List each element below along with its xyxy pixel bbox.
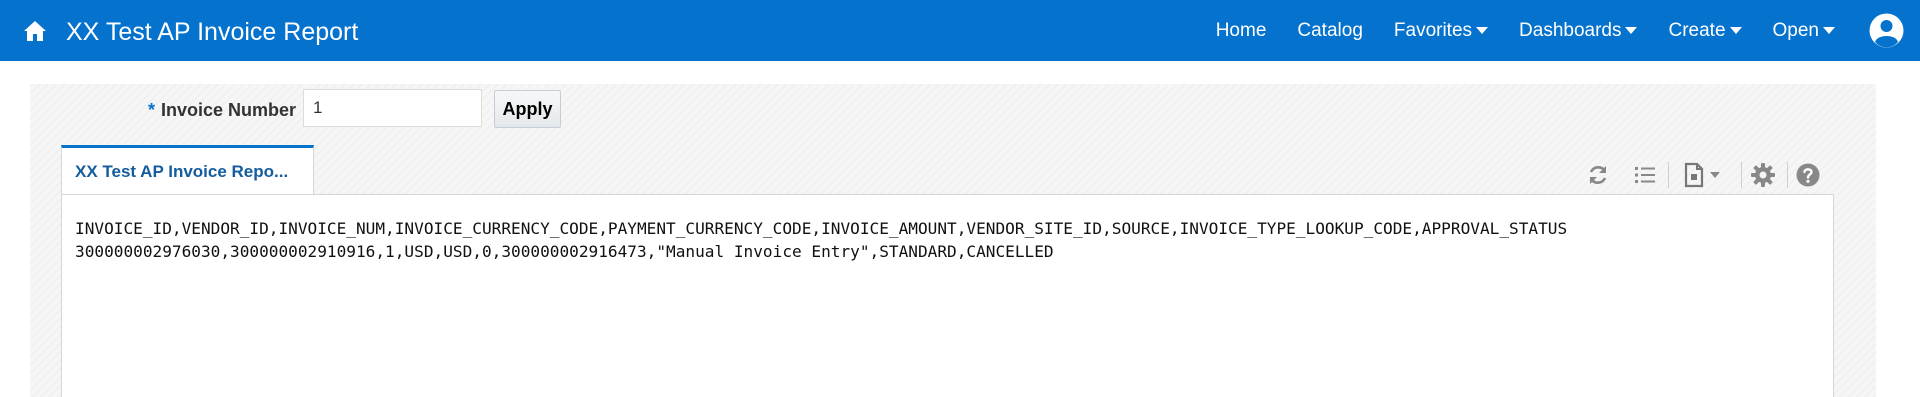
- chevron-down-icon: [1476, 27, 1489, 34]
- home-icon[interactable]: [22, 18, 48, 44]
- nav-dashboards-label: Dashboards: [1519, 19, 1622, 41]
- user-avatar-icon[interactable]: [1868, 12, 1905, 49]
- nav-catalog-label: Catalog: [1297, 19, 1363, 41]
- nav-create-label: Create: [1668, 19, 1726, 41]
- nav-catalog[interactable]: Catalog: [1297, 20, 1363, 42]
- tab-report[interactable]: XX Test AP Invoice Repo...: [61, 145, 314, 195]
- nav-create[interactable]: Create: [1668, 19, 1742, 42]
- tab-report-label: XX Test AP Invoice Repo...: [75, 161, 289, 181]
- toolbar-divider: [1668, 162, 1669, 188]
- main-nav: Home Catalog Favorites Dashboards Create…: [1216, 0, 1835, 61]
- app-title: XX Test AP Invoice Report: [66, 18, 359, 46]
- invoice-number-label: * Invoice Number: [148, 100, 296, 121]
- chevron-down-icon: [1823, 27, 1835, 34]
- top-navigation-bar: XX Test AP Invoice Report Home Catalog F…: [0, 0, 1920, 61]
- report-output-line: 300000002976030,300000002910916,1,USD,US…: [75, 242, 1054, 261]
- nav-home-label: Home: [1215, 19, 1267, 41]
- settings-icon[interactable]: [1750, 162, 1776, 188]
- nav-favorites[interactable]: Favorites: [1393, 19, 1489, 42]
- report-output: INVOICE_ID,VENDOR_ID,INVOICE_NUM,INVOICE…: [61, 194, 1834, 397]
- nav-open[interactable]: Open: [1773, 20, 1835, 42]
- report-output-line: INVOICE_ID,VENDOR_ID,INVOICE_NUM,INVOICE…: [75, 219, 1568, 238]
- nav-open-label: Open: [1772, 19, 1819, 41]
- nav-favorites-label: Favorites: [1393, 19, 1473, 41]
- invoice-number-input[interactable]: [303, 89, 482, 127]
- invoice-number-label-text: Invoice Number: [161, 100, 297, 120]
- nav-dashboards[interactable]: Dashboards: [1519, 19, 1638, 42]
- toolbar-divider: [1741, 162, 1742, 188]
- chevron-down-icon: [1625, 27, 1638, 34]
- toolbar-divider: [1787, 162, 1788, 188]
- refresh-icon[interactable]: [1585, 162, 1611, 188]
- required-marker: *: [148, 100, 156, 120]
- help-icon[interactable]: [1795, 162, 1821, 188]
- view-list-icon[interactable]: [1632, 162, 1658, 188]
- chevron-down-icon: [1729, 27, 1742, 34]
- apply-button[interactable]: Apply: [494, 90, 561, 128]
- export-icon[interactable]: [1683, 162, 1727, 188]
- nav-home[interactable]: Home: [1216, 20, 1267, 42]
